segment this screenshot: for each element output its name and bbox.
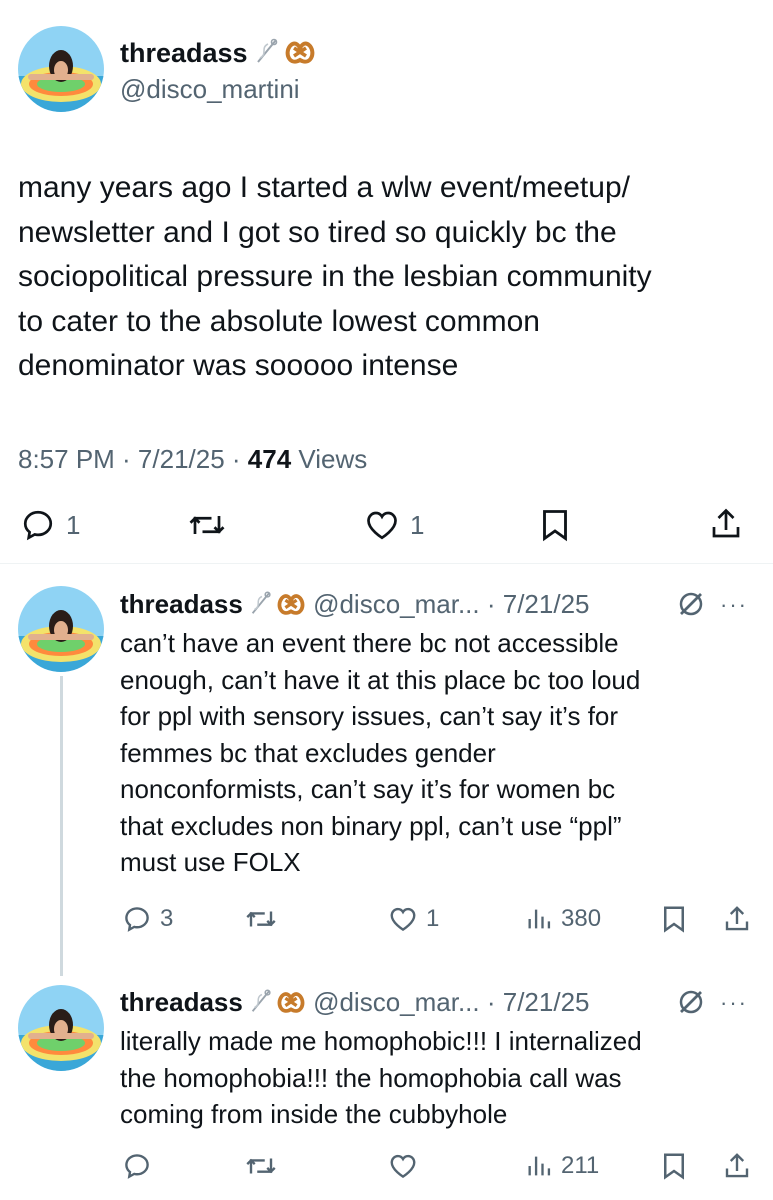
handle[interactable]: @disco_martini bbox=[120, 72, 300, 106]
bookmark-button[interactable] bbox=[538, 507, 572, 543]
bookmark-icon bbox=[660, 1151, 688, 1181]
like-icon bbox=[364, 507, 400, 543]
handle-date[interactable]: @disco_mar... · 7/21/25 bbox=[306, 589, 589, 619]
retweet-icon bbox=[244, 1151, 278, 1181]
like-icon bbox=[388, 1151, 418, 1181]
reply-icon bbox=[122, 904, 152, 934]
views-button[interactable]: 211 bbox=[525, 1151, 599, 1181]
more-icon[interactable]: ··· bbox=[720, 990, 748, 1016]
thread-emoji-icon bbox=[247, 589, 275, 625]
retweet-button[interactable] bbox=[244, 1151, 278, 1181]
like-icon bbox=[388, 904, 418, 934]
bookmark-icon bbox=[538, 507, 572, 543]
reply-icon bbox=[20, 507, 56, 543]
tweet-text: many years ago I started a wlw event/mee… bbox=[18, 171, 652, 382]
like-button[interactable]: 1 bbox=[388, 904, 439, 934]
reply-button[interactable] bbox=[122, 1151, 152, 1181]
reply-header: threadass @disco_mar... · 7/21/25 bbox=[120, 985, 589, 1023]
reply-text: literally made me homophobic!!! I intern… bbox=[120, 1026, 642, 1129]
reply-count: 3 bbox=[160, 905, 174, 932]
share-button[interactable] bbox=[722, 903, 752, 935]
display-name[interactable]: threadass bbox=[120, 589, 243, 619]
bookmark-icon bbox=[660, 904, 688, 934]
views-label: Views bbox=[291, 444, 368, 474]
more-icon[interactable]: ··· bbox=[720, 592, 748, 618]
grok-button[interactable] bbox=[676, 987, 706, 1017]
retweet-icon bbox=[187, 507, 227, 543]
like-count: 1 bbox=[410, 509, 425, 540]
pretzel-emoji-icon bbox=[276, 987, 306, 1023]
share-icon bbox=[708, 505, 744, 543]
reply-text: can’t have an event there bc not accessi… bbox=[120, 628, 641, 877]
views-count: 474 bbox=[247, 444, 292, 474]
grok-icon bbox=[676, 987, 706, 1017]
views-icon bbox=[525, 904, 553, 934]
like-button[interactable] bbox=[388, 1151, 418, 1181]
bookmark-button[interactable] bbox=[660, 904, 688, 934]
views-count: 211 bbox=[561, 1152, 600, 1179]
thread-emoji-icon bbox=[252, 36, 282, 74]
bookmark-button[interactable] bbox=[660, 1151, 688, 1181]
grok-button[interactable] bbox=[676, 589, 706, 619]
reply-button[interactable]: 3 bbox=[122, 904, 173, 934]
retweet-button[interactable] bbox=[244, 904, 278, 934]
reply-icon bbox=[122, 1151, 152, 1181]
tweet-meta: 8:57 PM · 7/21/25 · 474 Views bbox=[18, 442, 367, 476]
reply-button[interactable]: 1 bbox=[20, 507, 80, 543]
reply-header: threadass @disco_mar... · 7/21/25 bbox=[120, 587, 589, 625]
views-count: 380 bbox=[561, 905, 602, 932]
retweet-icon bbox=[244, 904, 278, 934]
share-button[interactable] bbox=[708, 505, 744, 543]
views-icon bbox=[525, 1151, 553, 1181]
avatar[interactable] bbox=[18, 985, 104, 1071]
pretzel-emoji-icon bbox=[284, 36, 316, 74]
retweet-button[interactable] bbox=[187, 507, 227, 543]
pretzel-emoji-icon bbox=[276, 589, 306, 625]
display-name[interactable]: threadass bbox=[120, 987, 243, 1017]
share-icon bbox=[722, 903, 752, 935]
thread-emoji-icon bbox=[247, 987, 275, 1023]
like-button[interactable]: 1 bbox=[364, 507, 424, 543]
display-name[interactable]: threadass bbox=[120, 36, 316, 74]
grok-icon bbox=[676, 589, 706, 619]
reply-count: 1 bbox=[66, 509, 81, 540]
views-button[interactable]: 380 bbox=[525, 904, 601, 934]
avatar[interactable] bbox=[18, 26, 104, 112]
avatar[interactable] bbox=[18, 586, 104, 672]
share-icon bbox=[722, 1150, 752, 1182]
thread-line bbox=[60, 676, 63, 976]
timestamp[interactable]: 8:57 PM · 7/21/25 · bbox=[18, 444, 248, 474]
share-button[interactable] bbox=[722, 1150, 752, 1182]
handle-date[interactable]: @disco_mar... · 7/21/25 bbox=[306, 987, 589, 1017]
divider bbox=[0, 563, 773, 564]
like-count: 1 bbox=[426, 905, 440, 932]
